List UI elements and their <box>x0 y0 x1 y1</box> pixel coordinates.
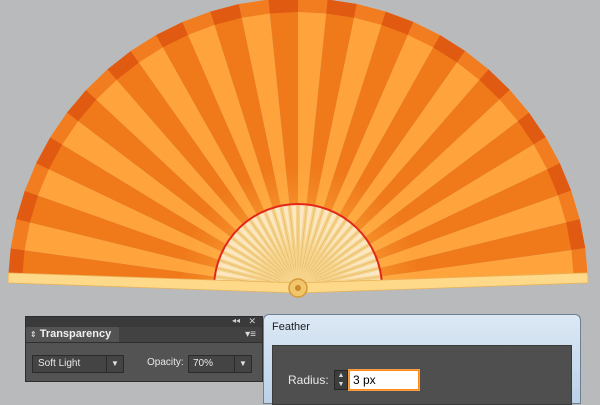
chevron-down-icon[interactable]: ▼ <box>106 356 123 372</box>
panel-menu-icon[interactable]: ▾≡ <box>245 329 256 340</box>
transparency-panel: ◂◂ ✕ ⇕ Transparency ▾≡ Soft Light ▼ Opac… <box>25 316 263 382</box>
tab-transparency[interactable]: ⇕ Transparency <box>26 327 120 342</box>
close-icon[interactable]: ✕ <box>248 316 256 326</box>
opacity-label: Opacity: <box>147 357 184 368</box>
radius-label: Radius: <box>288 373 329 387</box>
panel-tab-bar: ⇕ Transparency ▾≡ <box>26 327 262 343</box>
blend-mode-select[interactable]: Soft Light ▼ <box>32 355 124 373</box>
blend-mode-value: Soft Light <box>38 358 81 369</box>
dialog-body: Radius: ▲ ▼ 3 px <box>272 345 572 405</box>
chevron-down-icon[interactable]: ▼ <box>234 356 251 372</box>
opacity-field[interactable]: 70% ▼ <box>188 355 252 373</box>
radius-input[interactable]: 3 px <box>349 370 419 390</box>
canvas-artwork <box>7 0 589 298</box>
panel-title-bar: ◂◂ ✕ <box>26 316 262 327</box>
dialog-title: Feather <box>272 321 310 333</box>
stepper-up-icon[interactable]: ▲ <box>335 371 347 380</box>
radius-stepper[interactable]: ▲ ▼ <box>334 370 348 390</box>
panel-body: Soft Light ▼ Opacity: 70% ▼ <box>26 343 262 381</box>
tab-transparency-label: Transparency <box>39 328 112 340</box>
opacity-value: 70% <box>193 358 214 369</box>
double-chevron-left-icon[interactable]: ◂◂ <box>232 316 240 326</box>
up-down-arrows-icon: ⇕ <box>30 330 37 339</box>
stepper-down-icon[interactable]: ▼ <box>335 380 347 389</box>
feather-dialog: Feather Radius: ▲ ▼ 3 px <box>263 314 581 405</box>
